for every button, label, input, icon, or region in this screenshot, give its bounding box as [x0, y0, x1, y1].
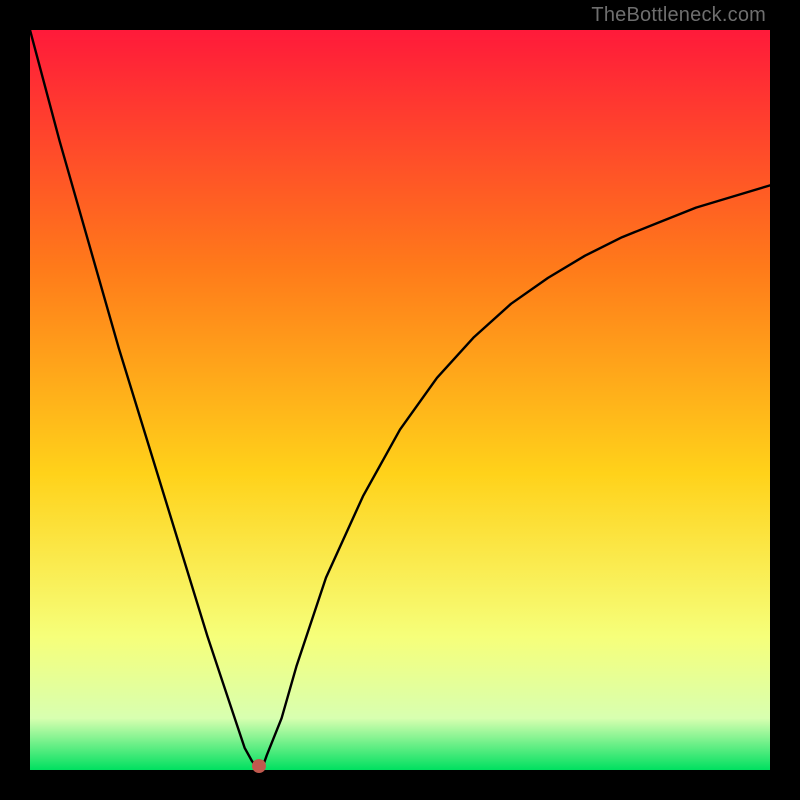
chart-background — [30, 30, 770, 770]
chart-frame — [30, 30, 770, 770]
watermark-text: TheBottleneck.com — [591, 4, 766, 27]
chart-svg — [30, 30, 770, 770]
optimal-point-dot — [252, 759, 266, 773]
